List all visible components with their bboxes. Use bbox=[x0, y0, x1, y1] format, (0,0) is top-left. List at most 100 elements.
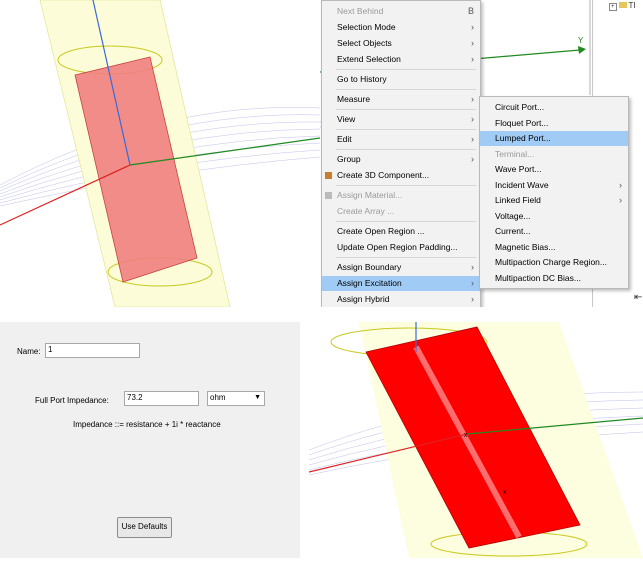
excitation-submenu-item[interactable]: Terminal... bbox=[480, 147, 628, 162]
menu-item-label: Create 3D Component... bbox=[337, 170, 430, 180]
chevron-right-icon: › bbox=[471, 262, 474, 272]
excitation-submenu-item[interactable]: Lumped Port... bbox=[480, 131, 628, 146]
menu-separator bbox=[336, 109, 476, 110]
menu-item-label: Update Open Region Padding... bbox=[337, 242, 458, 252]
menu-item-label: Lumped Port... bbox=[495, 133, 551, 143]
chevron-right-icon: › bbox=[471, 154, 474, 164]
origin-marker: x bbox=[464, 432, 468, 439]
menu-item-label: View bbox=[337, 114, 356, 124]
lumped-port-dialog: Name: 1 Full Port Impedance: 73.2 ohm ▼ … bbox=[0, 322, 300, 558]
context-menu-item[interactable]: Next Behind B bbox=[322, 4, 480, 19]
chevron-right-icon: › bbox=[619, 195, 622, 205]
context-menu-item[interactable]: Create 3D Component... bbox=[322, 168, 480, 183]
menu-separator bbox=[336, 89, 476, 90]
menu-item-label: Floquet Port... bbox=[495, 117, 549, 128]
center-marker: x bbox=[503, 489, 507, 496]
unit-value: ohm bbox=[210, 393, 226, 402]
chevron-right-icon: › bbox=[471, 294, 474, 304]
context-menu-item[interactable]: Update Open Region Padding... bbox=[322, 240, 480, 255]
excitation-submenu-item[interactable]: Magnetic Bias... bbox=[480, 240, 628, 255]
context-menu-item[interactable]: Measure › bbox=[322, 92, 480, 107]
menu-item-label: Voltage... bbox=[495, 210, 531, 221]
menu-item-label: Terminal... bbox=[495, 148, 535, 159]
context-menu-item[interactable]: Go to History bbox=[322, 72, 480, 87]
menu-separator bbox=[336, 221, 476, 222]
menu-item-label: Group bbox=[337, 154, 361, 164]
menu-separator bbox=[336, 185, 476, 186]
use-defaults-button[interactable]: Use Defaults bbox=[117, 517, 172, 538]
menu-item-label: Selection Mode bbox=[337, 22, 396, 32]
excitation-submenu-item[interactable]: Multipaction Charge Region... bbox=[480, 255, 628, 270]
mouse-cursor-icon: ⇤ bbox=[634, 292, 643, 303]
menu-item-label: Current... bbox=[495, 226, 531, 236]
menu-item-label: Incident Wave bbox=[495, 179, 549, 190]
menu-item-label: Measure bbox=[337, 94, 371, 104]
context-menu-item[interactable]: Group › bbox=[322, 152, 480, 167]
viewport-port-view[interactable]: x x bbox=[309, 322, 643, 558]
chevron-right-icon: › bbox=[471, 38, 474, 48]
tree-node-label: TI bbox=[628, 1, 636, 10]
chevron-right-icon: › bbox=[471, 278, 474, 288]
material-icon bbox=[325, 192, 332, 199]
context-menu-item[interactable]: Selection Mode › bbox=[322, 20, 480, 35]
name-input[interactable]: 1 bbox=[45, 343, 140, 358]
context-menu-item[interactable]: Select Objects › bbox=[322, 36, 480, 51]
menu-separator bbox=[336, 257, 476, 258]
chevron-right-icon: › bbox=[471, 22, 474, 32]
excitation-submenu-item[interactable]: Current... bbox=[480, 224, 628, 239]
menu-item-label: Multipaction DC Bias... bbox=[495, 272, 581, 283]
menu-separator bbox=[336, 69, 476, 70]
name-label: Name: bbox=[17, 347, 41, 356]
context-menu-item[interactable]: Assign Material... bbox=[322, 188, 480, 203]
context-menu-item[interactable]: Assign Hybrid › bbox=[322, 292, 480, 307]
menu-separator bbox=[336, 129, 476, 130]
tree-node[interactable]: + TI bbox=[609, 1, 636, 11]
folder-icon bbox=[618, 2, 627, 8]
menu-item-label: Assign Boundary bbox=[337, 262, 402, 272]
menu-item-label: Multipaction Charge Region... bbox=[495, 257, 607, 267]
menu-item-label: Magnetic Bias... bbox=[495, 241, 556, 252]
impedance-input[interactable]: 73.2 bbox=[124, 391, 199, 406]
menu-item-label: Circuit Port... bbox=[495, 102, 545, 112]
context-menu-item[interactable]: Edit › bbox=[322, 132, 480, 147]
menu-item-label: Go to History bbox=[337, 74, 387, 84]
excitation-submenu-item[interactable]: Voltage... bbox=[480, 209, 628, 224]
viewport-port-canvas[interactable]: x x bbox=[309, 322, 643, 558]
excitation-submenu-item[interactable]: Floquet Port... bbox=[480, 116, 628, 131]
impedance-formula: Impedance ::= resistance + 1i * reactanc… bbox=[73, 420, 221, 429]
viewport-sheet-canvas[interactable] bbox=[0, 0, 320, 307]
excitation-submenu-item[interactable]: Incident Wave › bbox=[480, 178, 628, 193]
chevron-right-icon: › bbox=[471, 134, 474, 144]
excitation-submenu-item[interactable]: Wave Port... bbox=[480, 162, 628, 177]
menu-item-label: Select Objects bbox=[337, 38, 392, 48]
shortcut-key: B bbox=[467, 6, 474, 16]
axis-y-label: Y bbox=[578, 36, 584, 45]
context-menu-item[interactable]: Create Open Region ... bbox=[322, 224, 480, 239]
context-menu[interactable]: Next Behind B Selection Mode › Select Object… bbox=[321, 0, 481, 307]
unit-select[interactable]: ohm ▼ bbox=[207, 391, 265, 406]
menu-item-label: Extend Selection bbox=[337, 54, 401, 64]
menu-separator bbox=[336, 149, 476, 150]
excitation-submenu-item[interactable]: Linked Field › bbox=[480, 193, 628, 208]
context-menu-item[interactable]: Create Array ... bbox=[322, 204, 480, 219]
viewport-sheet-view[interactable] bbox=[0, 0, 320, 307]
excitation-submenu[interactable]: Circuit Port... Floquet Port... Lumped Por… bbox=[479, 96, 629, 289]
chevron-right-icon: › bbox=[471, 54, 474, 64]
menu-item-label: Next Behind bbox=[337, 6, 384, 16]
impedance-label: Full Port Impedance: bbox=[35, 396, 109, 405]
dropdown-arrow-icon: ▼ bbox=[254, 394, 261, 401]
menu-item-label: Assign Material... bbox=[337, 190, 403, 200]
viewport-menu-view[interactable]: Y +TI re ⇤ Next BehindBSelection Mode›Se… bbox=[320, 0, 643, 307]
context-menu-item[interactable]: Assign Boundary › bbox=[322, 260, 480, 275]
excitation-submenu-item[interactable]: Multipaction DC Bias... bbox=[480, 271, 628, 286]
menu-item-label: Assign Hybrid bbox=[337, 294, 390, 304]
menu-item-label: Linked Field bbox=[495, 195, 541, 205]
context-menu-item[interactable]: View › bbox=[322, 112, 480, 127]
excitation-submenu-item[interactable]: Circuit Port... bbox=[480, 100, 628, 115]
chevron-right-icon: › bbox=[471, 94, 474, 104]
component-icon bbox=[325, 172, 332, 179]
context-menu-item[interactable]: Assign Excitation › bbox=[322, 276, 480, 291]
context-menu-item[interactable]: Extend Selection › bbox=[322, 52, 480, 67]
expand-icon[interactable]: + bbox=[609, 3, 617, 11]
menu-item-label: Create Array ... bbox=[337, 206, 395, 216]
